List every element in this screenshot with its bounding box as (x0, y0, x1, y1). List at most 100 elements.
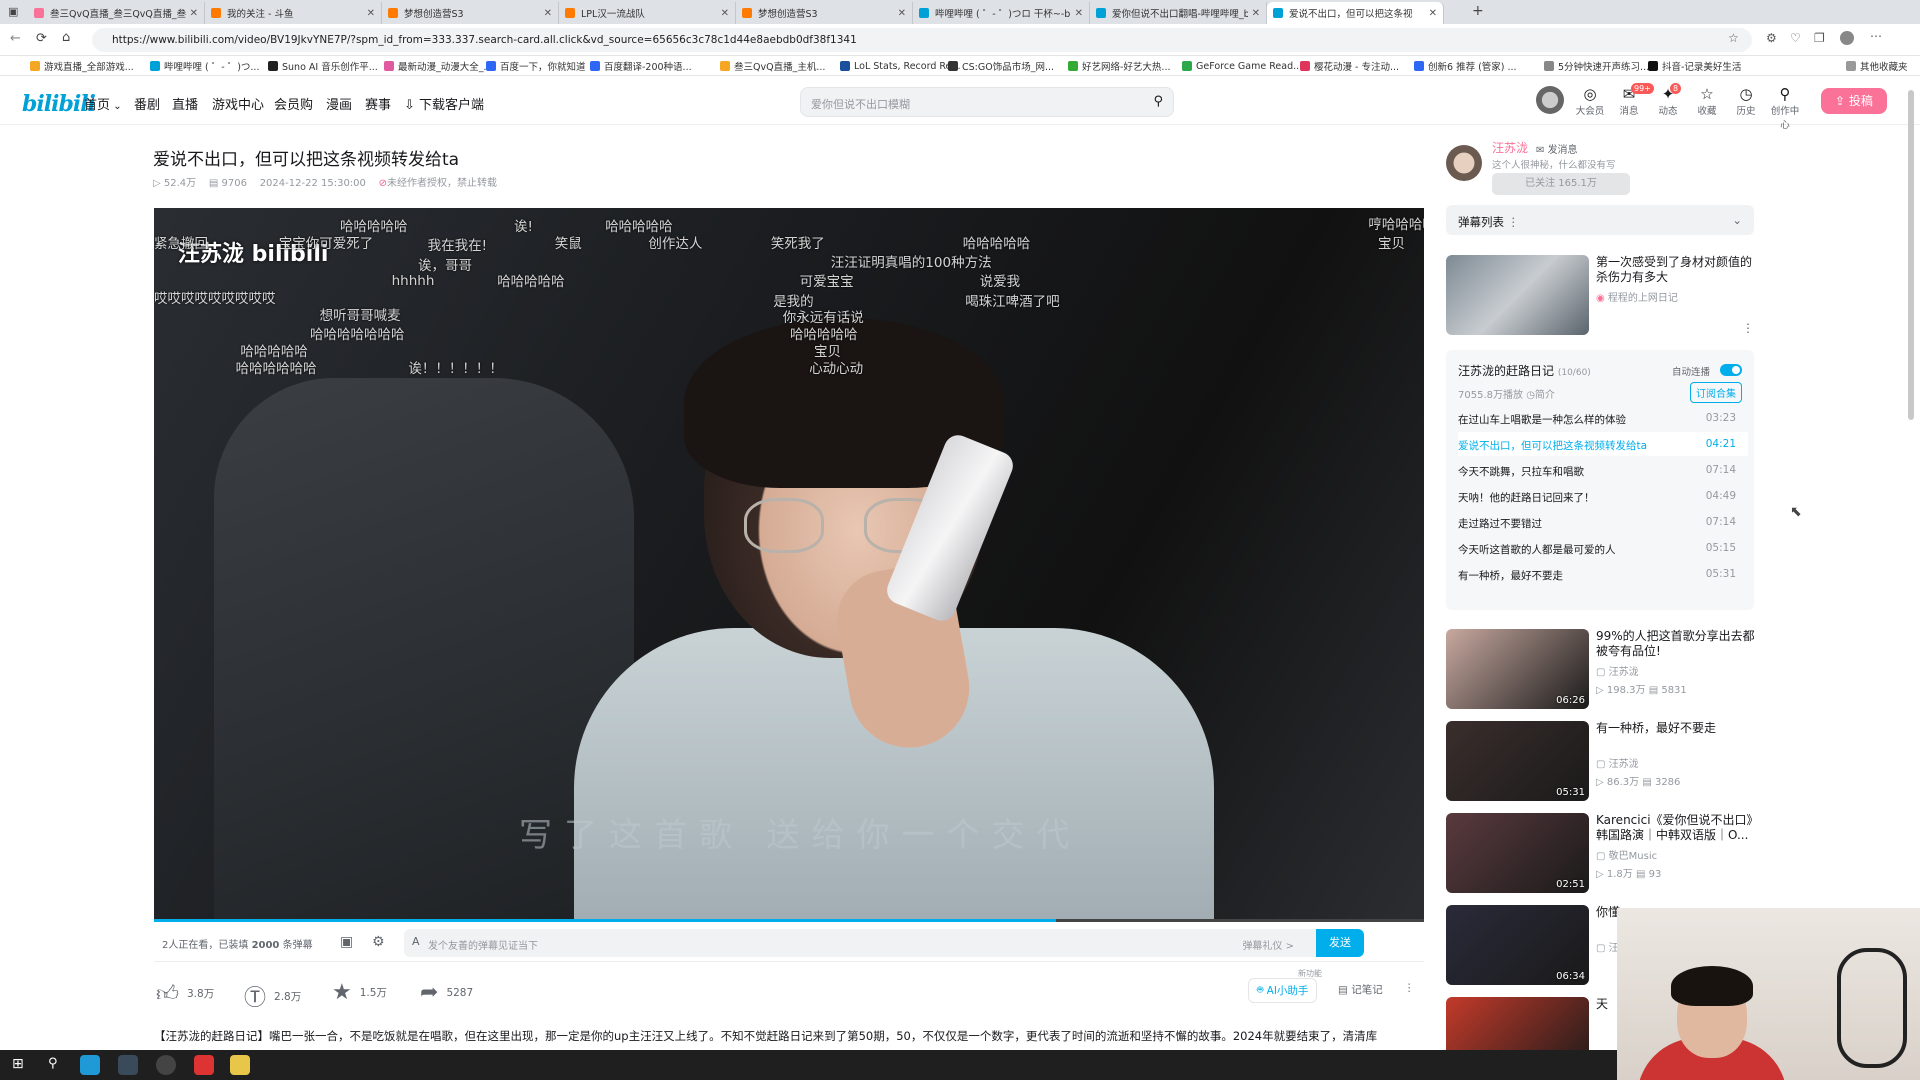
ad-title[interactable]: 第一次感受到了身材对颜值的杀伤力有多大 (1596, 255, 1756, 285)
favorites-icon[interactable]: ♡ (1790, 31, 1801, 45)
note-button[interactable]: ▤ 记笔记 (1338, 982, 1383, 997)
edge-app-icon[interactable] (80, 1055, 100, 1075)
ai-assistant-button[interactable]: 🤖︎ AI小助手 (1248, 978, 1318, 1003)
header-icon-button[interactable]: ⚲ 创作中心 (1767, 85, 1803, 131)
back-icon[interactable]: ← (10, 31, 21, 46)
browser-tab[interactable]: LPL汉一流战队 ✕ (559, 2, 736, 24)
close-tab-icon[interactable]: ✕ (1075, 8, 1083, 19)
header-icon-button[interactable]: ◎ 大会员 (1572, 85, 1608, 117)
close-tab-icon[interactable]: ✕ (721, 8, 729, 19)
home-icon[interactable]: ⌂ (62, 30, 70, 45)
recommend-thumbnail[interactable]: 06:26 (1446, 629, 1589, 709)
collection-episode[interactable]: 今天不跳舞，只拉车和唱歌 07:14 (1458, 458, 1748, 482)
bookmark-item[interactable]: 好艺网络-好艺大热... (1068, 59, 1171, 73)
danmaku-etiquette-link[interactable]: 弹幕礼仪 > (1242, 937, 1294, 952)
bookmark-item[interactable]: 樱花动漫 - 专注动... (1300, 59, 1399, 73)
nav-item[interactable]: 会员购 (274, 94, 313, 113)
bookmark-item[interactable]: Suno AI 音乐创作平... (268, 59, 378, 73)
coin-button[interactable]: Ⓣ 2.8万 (244, 980, 301, 1012)
tab-actions-icon[interactable]: ▣ (8, 5, 18, 18)
url-field[interactable]: https://www.bilibili.com/video/BV19JkvYN… (92, 28, 1752, 52)
recommend-title[interactable]: 有一种桥，最好不要走 (1596, 721, 1756, 736)
bookmark-item[interactable]: 百度翻译-200种语... (590, 59, 692, 73)
recommend-thumbnail[interactable]: 05:31 (1446, 721, 1589, 801)
ad-thumbnail[interactable] (1446, 255, 1589, 335)
nav-item[interactable]: 首页 ⌄ (84, 94, 122, 113)
bookmark-item[interactable]: CS:GO饰品市场_网... (948, 59, 1054, 73)
close-tab-icon[interactable]: ✕ (1252, 8, 1260, 19)
font-style-icon[interactable]: A (412, 935, 420, 948)
header-icon-button[interactable]: ☆ 收藏 (1689, 85, 1725, 117)
page-scrollbar[interactable] (1908, 90, 1914, 420)
upload-button[interactable]: ⇪ 投稿 (1821, 88, 1887, 114)
browser-tab[interactable]: 爱你但说不出口翻唱-哔哩哔哩_bi ✕ (1090, 2, 1267, 24)
collection-title[interactable]: 汪苏泷的赶路日记 (1458, 364, 1554, 378)
nav-item[interactable]: 番剧 (134, 94, 160, 113)
subscribe-collection-button[interactable]: 订阅合集 (1690, 382, 1742, 403)
ad-more-icon[interactable]: ⋮ (1742, 321, 1754, 335)
bookmark-item[interactable]: 叁三QvQ直播_主机... (720, 59, 825, 73)
danmaku-toggle-icon[interactable]: ▣ (340, 934, 353, 950)
taskbar-search-icon[interactable]: ⚲ (48, 1056, 58, 1071)
collections-icon[interactable]: ❐ (1814, 31, 1825, 45)
video-player[interactable]: 汪苏泷 bilibili 哈哈哈哈哈诶!哈哈哈哈哈哼哈哈哈哈紧急撤回宝宝你可爱死… (154, 208, 1424, 922)
recommend-thumbnail[interactable]: 02:51 (1446, 813, 1589, 893)
nav-item[interactable]: ⇩ 下载客户端 (404, 94, 484, 113)
header-icon-button[interactable]: ✉ 消息 99+ (1611, 83, 1654, 117)
bookmark-item[interactable]: GeForce Game Read... (1182, 59, 1302, 73)
profile-avatar[interactable] (1840, 31, 1854, 45)
collection-intro[interactable]: 简介 (1535, 390, 1555, 401)
netease-app-icon[interactable] (194, 1055, 214, 1075)
reload-icon[interactable]: ⟳ (36, 31, 47, 46)
bookmark-item[interactable]: 创新6 推荐 (管家) ... (1414, 59, 1517, 73)
new-tab-button[interactable]: + (1472, 3, 1484, 19)
close-tab-icon[interactable]: ✕ (544, 8, 552, 19)
bookmark-item[interactable]: 百度一下，你就知道 (486, 59, 586, 73)
bookmark-item[interactable]: 最新动漫_动漫大全_... (384, 59, 493, 73)
uploader-name[interactable]: 汪苏泷 (1492, 139, 1528, 156)
bookmark-item[interactable]: 抖音-记录美好生活 (1648, 59, 1741, 73)
nav-item[interactable]: 赛事 (365, 94, 391, 113)
browser-tab[interactable]: 梦想创造营S3 ✕ (736, 2, 913, 24)
collection-episode[interactable]: 今天听这首歌的人都是最可爱的人 05:15 (1458, 536, 1748, 560)
recommend-title[interactable]: Karencici《爱你但说不出口》韩国路演｜中韩双语版｜O... (1596, 813, 1756, 843)
uploader-avatar[interactable] (1446, 145, 1482, 181)
danmaku-settings-icon[interactable]: ⚙ (372, 934, 385, 950)
more-actions-icon[interactable]: ⋮ (1404, 982, 1415, 994)
game-app-icon[interactable] (230, 1055, 250, 1075)
bookmark-star-icon[interactable]: ☆ (1728, 31, 1739, 45)
header-icon-button[interactable]: ◷ 历史 (1728, 85, 1764, 117)
close-tab-icon[interactable]: ✕ (898, 8, 906, 19)
user-avatar[interactable] (1536, 86, 1564, 114)
search-input[interactable]: 爱你但说不出口模糊 (811, 96, 910, 112)
recommend-title[interactable]: 99%的人把这首歌分享出去都被夸有品位! (1596, 629, 1756, 659)
browser-tab[interactable]: 梦想创造营S3 ✕ (382, 2, 559, 24)
extensions-icon[interactable]: ⚙ (1766, 31, 1777, 45)
collection-episode[interactable]: 爱说不出口，但可以把这条视频转发给ta 04:21 (1458, 432, 1748, 456)
app-icon[interactable] (118, 1055, 138, 1075)
like-button[interactable]: 👍︎ 3.8万 (156, 980, 214, 1007)
send-danmaku-button[interactable]: 发送 (1316, 929, 1364, 957)
browser-tab[interactable]: 叁三QvQ直播_叁三QvQ直播_叁三 ✕ (28, 2, 205, 24)
nav-item[interactable]: 漫画 (326, 94, 352, 113)
nav-item[interactable]: 游戏中心 (212, 94, 264, 113)
browser-tab[interactable]: 哔哩哔哩 ( ゜- ゜)つロ 干杯~-bilibi ✕ (913, 2, 1090, 24)
close-tab-icon[interactable]: ✕ (367, 8, 375, 19)
message-link[interactable]: ✉ 发消息 (1536, 141, 1578, 156)
nav-item[interactable]: 直播 (172, 94, 198, 113)
danmaku-input[interactable]: A 发个友善的弹幕见证当下 弹幕礼仪 > 发送 (404, 929, 1364, 957)
bookmark-item[interactable]: 5分钟快速开声练习... (1544, 59, 1649, 73)
collection-episode[interactable]: 有一种桥，最好不要走 05:31 (1458, 562, 1748, 586)
browser-tab[interactable]: 我的关注 - 斗鱼 ✕ (205, 2, 382, 24)
autoplay-toggle[interactable] (1720, 364, 1742, 376)
search-icon[interactable]: ⚲ (1153, 94, 1163, 109)
search-box[interactable]: 爱你但说不出口模糊 ⚲ (800, 87, 1174, 117)
collection-episode[interactable]: 天呐！他的赶路日记回来了！ 04:49 (1458, 484, 1748, 508)
bookmark-item[interactable]: LoL Stats, Record Re... (840, 59, 960, 73)
start-icon[interactable]: ⊞ (12, 1056, 24, 1072)
steam-app-icon[interactable] (156, 1055, 176, 1075)
recommend-thumbnail[interactable]: 06:34 (1446, 905, 1589, 985)
collection-episode[interactable]: 走过路过不要错过 07:14 (1458, 510, 1748, 534)
follow-button[interactable]: 已关注 165.1万 (1492, 173, 1630, 195)
close-tab-icon[interactable]: ✕ (1429, 8, 1437, 19)
